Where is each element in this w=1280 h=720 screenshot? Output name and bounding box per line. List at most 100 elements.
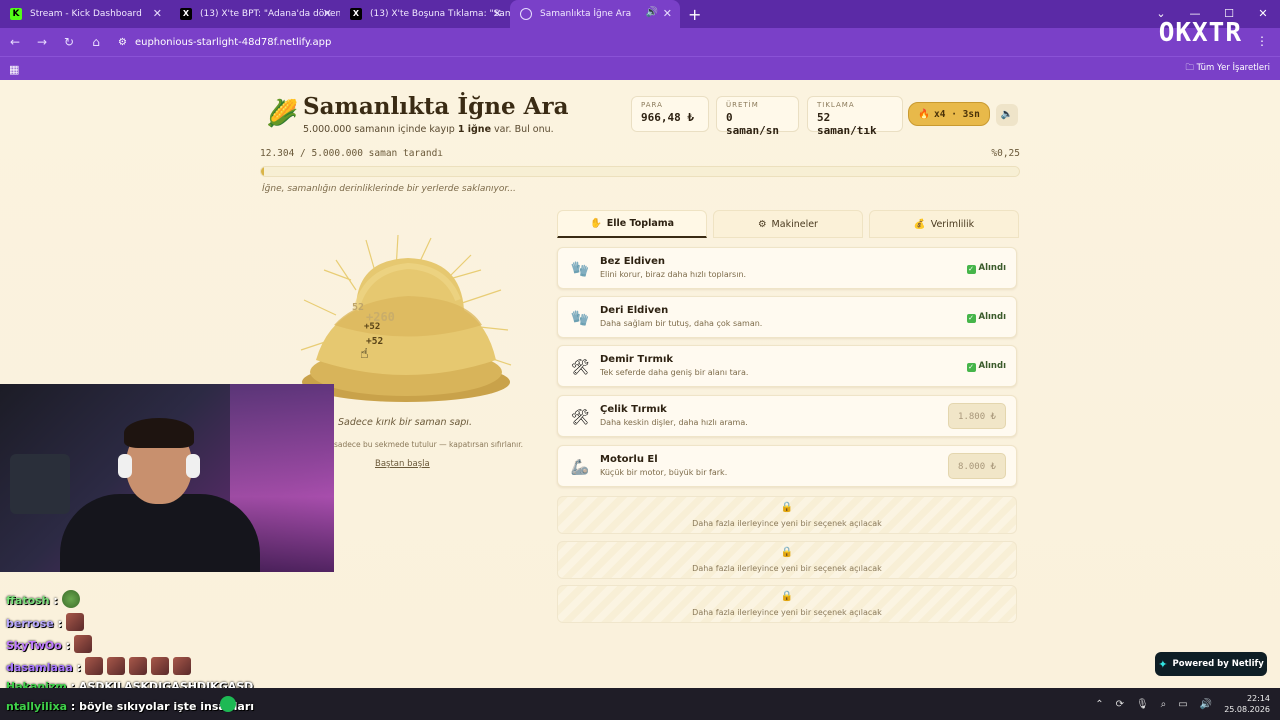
reset-link[interactable]: Baştan başla [375,459,430,469]
upgrade-leather-glove[interactable]: 🧤 Deri Eldiven Daha sağlam bir tutuş, da… [557,296,1017,338]
all-bookmarks[interactable]: 🗀 Tüm Yer İşaretleri [1185,62,1270,76]
find-status: Sadece kırık bir saman sapı. [338,417,472,428]
close-icon[interactable]: ✕ [323,7,332,20]
stream-overlay-logo: OKXTR [1158,18,1242,48]
stat-label: PARA [641,101,663,109]
chat-user: ntallyilixa [6,700,68,713]
subtitle-post: var. Bul onu. [494,124,554,135]
browser-tab-bar: K Stream - Kick Dashboard ✕ X (13) X'te … [0,0,1280,28]
upgrade-iron-rake[interactable]: 🛠 Demir Tırmık Tek seferde daha geniş bi… [557,345,1017,387]
stat-label: TIKLAMA [817,101,855,109]
tab-x-2[interactable]: X (13) X'te Boşuna Tıklama: "Sam ✕ [340,0,510,28]
tab-title: Samanlıkta İğne Ara [540,9,632,19]
owned-badge: ✓ Alındı [966,361,1006,372]
background-object [10,454,70,514]
stat-label: ÜRETİM [726,101,759,109]
save-note: sadece bu sekmede tutulur — kapatırsan s… [334,440,524,449]
rake-icon: 🛠 [570,358,590,376]
locked-text: Daha fazla ilerleyince yeni bir seçenek … [692,519,882,528]
netlify-badge[interactable]: ✦ Powered by Netlify [1155,652,1267,676]
owned-badge: ✓ Alındı [966,312,1006,323]
tab-label: Verimlilik [930,218,975,230]
url-field[interactable]: ⚙ euphonious-starlight-48d78f.netlify.ap… [118,31,1118,53]
glove-icon: 🧤 [570,260,590,278]
upgrade-name: Bez Eldiven [600,256,665,267]
menu-icon[interactable]: ⋮ [1256,34,1268,48]
locked-slot: 🔒 Daha fazla ilerleyince yeni bir seçene… [557,496,1017,534]
spotify-icon[interactable] [220,696,236,712]
reload-icon[interactable]: ↻ [57,35,81,49]
url-text: euphonious-starlight-48d78f.netlify.app [134,36,332,48]
chevron-up-icon[interactable]: ⌃ [1095,699,1103,710]
upgrade-desc: Tek seferde daha geniş bir alanı tara. [600,368,749,377]
hand-icon: ✋ [589,218,602,229]
folder-icon: 🗀 [1185,63,1197,73]
bookmarks-bar: ▦ 🗀 Tüm Yer İşaretleri [0,56,1280,80]
emote-icon [107,657,126,675]
haystack-illustration [300,234,512,402]
owned-label: Alındı [978,263,1006,273]
chat-line: ffatosh : [6,590,80,608]
back-icon[interactable]: ← [3,35,27,49]
webcam-overlay [0,384,334,572]
stream-chat: ffatosh : berrose : SkyTwOo : dasamlaaa … [0,572,334,693]
apps-icon[interactable]: ▦ [9,63,19,76]
chat-line: berrose : [6,613,84,631]
chat-line: dasamlaaa : [6,657,192,675]
search-icon[interactable]: ⌕ [1161,699,1167,710]
close-window-button[interactable]: ✕ [1246,0,1280,28]
sync-icon[interactable]: ⟳ [1116,699,1124,710]
check-icon: ✓ [966,265,976,274]
chat-user: dasamlaaa [6,661,73,674]
display-icon[interactable]: ▭ [1178,699,1187,710]
stat-money: PARA 966,48 ₺ [631,96,709,132]
upgrade-name: Çelik Tırmık [600,404,667,415]
os-taskbar: ntallyilixa : böyle sıkıyolar işte insan… [0,688,1280,720]
upgrade-cloth-glove[interactable]: 🧤 Bez Eldiven Elini korur, biraz daha hı… [557,247,1017,289]
subtitle-pre: 5.000.000 samanın içinde kayıp [303,124,455,135]
mechanical-arm-icon: 🦾 [570,458,590,476]
progress-fill [261,167,265,176]
upgrade-desc: Daha keskin dişler, daha hızlı arama. [600,418,748,427]
streamer-body [60,494,260,572]
locked-text: Daha fazla ilerleyince yeni bir seçenek … [692,608,882,617]
stat-value: 0 saman/sn [726,111,779,137]
forward-icon[interactable]: → [30,35,54,49]
netlify-icon: ✦ [1158,657,1168,671]
chat-line: ntallyilixa : böyle sıkıyolar işte insan… [6,700,255,713]
sound-toggle-button[interactable]: 🔈 [996,104,1018,126]
close-icon[interactable]: ✕ [663,7,672,20]
volume-icon[interactable]: 🔊 [1200,699,1212,710]
tab-x-1[interactable]: X (13) X'te BPT: "Adana'da dönen ✕ [170,0,340,28]
buy-button[interactable]: 1.800 ₺ [948,403,1006,429]
page-subtitle: 5.000.000 samanın içinde kayıp 1 iğne va… [303,124,554,135]
buy-button[interactable]: 8.000 ₺ [948,453,1006,479]
emote-icon [65,613,84,631]
upgrade-desc: Daha sağlam bir tutuş, daha çok saman. [600,319,763,328]
progress-text: 12.304 / 5.000.000 saman tarandı [260,148,444,159]
new-tab-button[interactable]: + [688,5,701,24]
tab-efficiency[interactable]: 💰 Verimlilik [869,210,1019,238]
tab-manual[interactable]: ✋ Elle Toplama [557,210,707,238]
microphone-icon[interactable]: 🎙 [1136,699,1149,710]
upgrade-motor-hand[interactable]: 🦾 Motorlu El Küçük bir motor, büyük bir … [557,445,1017,487]
upgrade-desc: Elini korur, biraz daha hızlı toplarsın. [600,270,747,279]
fire-icon: 🔥 [918,108,931,120]
locked-slot: 🔒 Daha fazla ilerleyince yeni bir seçene… [557,541,1017,579]
tab-label: Makineler [771,218,818,230]
haystack-button[interactable]: 52 +260 +52 +52 ☝ [296,230,516,410]
rake-icon: 🛠 [570,408,590,426]
tab-game[interactable]: Samanlıkta İğne Ara 🔊 ✕ [510,0,680,28]
streamer-hair [124,418,194,448]
close-icon[interactable]: ✕ [493,7,502,20]
tab-machines[interactable]: ⚙ Makineler [713,210,863,238]
close-icon[interactable]: ✕ [153,7,162,20]
upgrade-steel-rake[interactable]: 🛠 Çelik Tırmık Daha keskin dişler, daha … [557,395,1017,437]
home-icon[interactable]: ⌂ [84,35,108,49]
lock-icon: 🔒 [780,547,794,558]
tab-title: (13) X'te BPT: "Adana'da dönen [200,9,340,19]
speaker-icon[interactable]: 🔊 [646,7,658,18]
clock[interactable]: 22:14 25.08.2026 [1224,693,1270,715]
tab-kick[interactable]: K Stream - Kick Dashboard ✕ [0,0,170,28]
site-info-icon[interactable]: ⚙ [118,37,127,48]
